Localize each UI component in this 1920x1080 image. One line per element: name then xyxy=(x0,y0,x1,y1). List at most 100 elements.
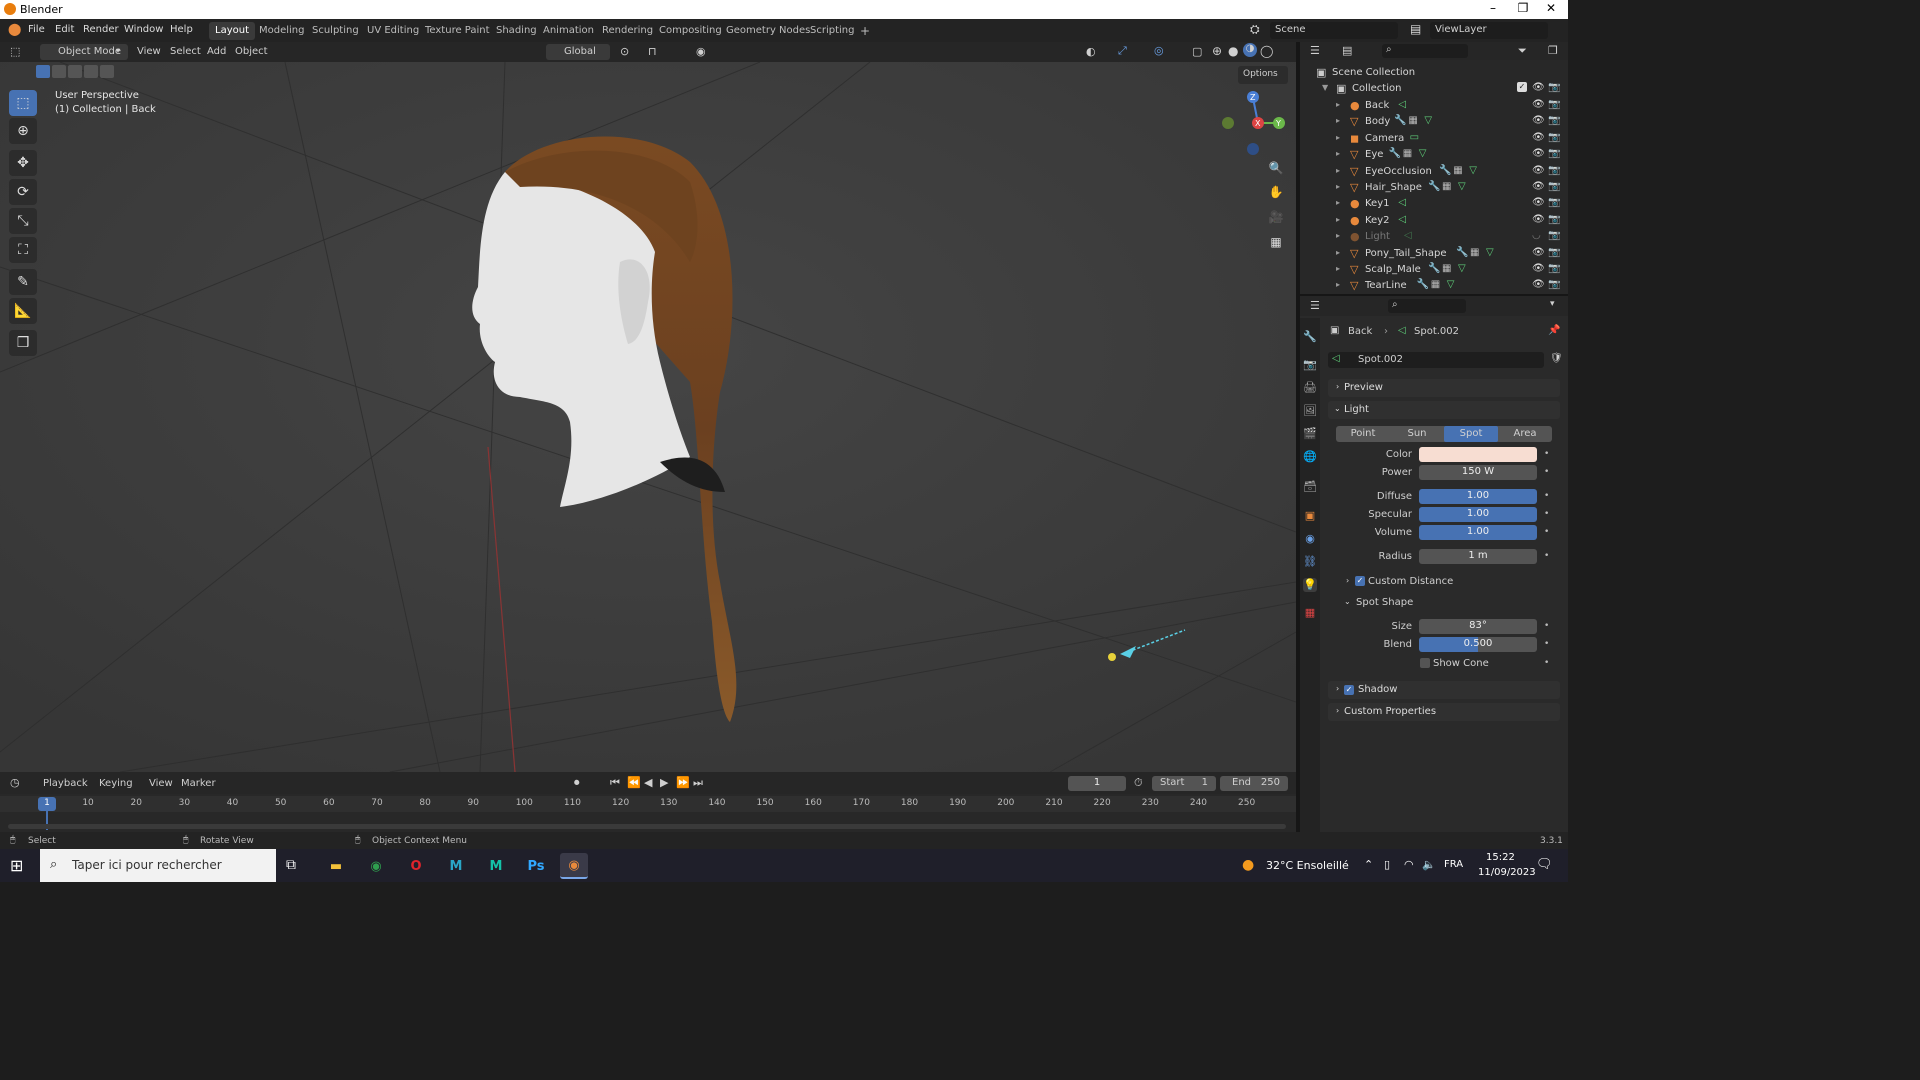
zoom-icon[interactable]: 🔍 xyxy=(1266,158,1286,178)
render-icon[interactable]: 📷 xyxy=(1548,279,1560,290)
mesh-data-icon[interactable]: ▽ xyxy=(1424,115,1432,126)
outliner-item[interactable]: ▸ ● Back ◁ 👁 📷 xyxy=(1300,98,1568,114)
outliner-item[interactable]: ▸ ▽ Eye 🔧 ▦ ▽ 👁 📷 xyxy=(1300,147,1568,163)
end-frame-field[interactable]: End 250 xyxy=(1220,776,1288,791)
shadow-checkbox[interactable]: ✓ xyxy=(1344,685,1354,695)
custom-distance-checkbox[interactable]: ✓ xyxy=(1355,576,1365,586)
render-tab-icon[interactable]: 📷 xyxy=(1303,358,1317,372)
outliner-item[interactable]: ▸ ▽ Body 🔧 ▦ ▽ 👁 📷 xyxy=(1300,114,1568,130)
tab-scripting[interactable]: Scripting xyxy=(804,22,860,40)
modifier-icon[interactable]: 🔧 xyxy=(1428,263,1440,274)
menu-marker[interactable]: Marker xyxy=(181,778,216,789)
tab-sculpting[interactable]: Sculpting xyxy=(306,22,365,40)
expand-arrow-icon[interactable]: ▸ xyxy=(1336,215,1340,224)
transform-orientation[interactable]: Global xyxy=(546,44,610,60)
specular-slider[interactable]: 1.00 xyxy=(1419,507,1537,522)
eye-icon[interactable]: 👁 xyxy=(1532,148,1545,159)
overlay-toggle-icon[interactable]: ◎ xyxy=(1154,44,1164,57)
select-invert-icon[interactable] xyxy=(84,65,98,78)
expand-arrow-icon[interactable]: ▼ xyxy=(1322,83,1328,92)
tab-compositing[interactable]: Compositing xyxy=(653,22,728,40)
light-type-area[interactable]: Area xyxy=(1498,426,1552,442)
eye-icon[interactable]: 👁 xyxy=(1532,165,1545,176)
mesh-data-icon[interactable]: ▽ xyxy=(1486,247,1494,258)
eye-icon[interactable]: 👁 xyxy=(1532,197,1545,208)
constraints-tab-icon[interactable]: ⛓ xyxy=(1303,555,1317,569)
outliner-item[interactable]: ▸ ▽ Scalp_Male 🔧 ▦ ▽ 👁 📷 xyxy=(1300,262,1568,278)
outliner-item[interactable]: ▸ ▽ TearLine 🔧 ▦ ▽ 👁 📷 xyxy=(1300,278,1568,294)
outliner-collection[interactable]: ▼ ▣ Collection ✓ 👁 📷 xyxy=(1300,81,1568,97)
collapsed-arrow-icon[interactable]: › xyxy=(1346,576,1349,585)
render-icon[interactable]: 📷 xyxy=(1548,132,1560,143)
filter-icon[interactable]: ⏷ xyxy=(1518,44,1527,58)
keyframe-dot[interactable]: • xyxy=(1544,551,1549,561)
eye-icon[interactable]: 👁 xyxy=(1532,82,1545,93)
light-origin[interactable] xyxy=(1108,653,1116,661)
menu-window[interactable]: Window xyxy=(124,24,163,35)
next-keyframe-icon[interactable]: ⏩ xyxy=(676,776,690,789)
mesh-data-icon[interactable]: ▽ xyxy=(1458,181,1466,192)
tab-shading[interactable]: Shading xyxy=(490,22,543,40)
navigation-gizmo[interactable]: Z Y X xyxy=(1218,88,1286,160)
annotate-tool[interactable]: ✎ xyxy=(9,269,37,295)
tray-chevron-icon[interactable]: ⌃ xyxy=(1364,858,1373,871)
keyframe-dot[interactable]: • xyxy=(1544,621,1549,631)
photoshop-icon[interactable]: Ps xyxy=(522,853,550,879)
opera-icon[interactable]: O xyxy=(402,853,430,879)
snap-icon[interactable]: ⊓ xyxy=(648,45,657,58)
scale-tool[interactable]: ⤡ xyxy=(9,208,37,234)
clock-date[interactable]: 11/09/2023 xyxy=(1478,867,1536,878)
menu-help[interactable]: Help xyxy=(170,24,193,35)
preview-panel[interactable]: › Preview xyxy=(1328,379,1560,397)
xray-icon[interactable]: ▢ xyxy=(1192,45,1202,58)
record-icon[interactable]: ⏺ xyxy=(574,776,580,790)
properties-search-input[interactable]: ⌕ xyxy=(1388,299,1466,313)
windows-start-icon[interactable]: ⊞ xyxy=(10,856,23,875)
menu-playback[interactable]: Playback xyxy=(43,778,88,789)
expand-arrow-icon[interactable]: ▸ xyxy=(1336,133,1340,142)
play-icon[interactable]: ▶ xyxy=(660,776,668,789)
scene-icon[interactable]: ⛭ xyxy=(1250,22,1260,37)
editor-type-icon[interactable]: ⬚ xyxy=(10,45,20,58)
jump-start-icon[interactable]: ⏮ xyxy=(610,776,620,790)
frame-ruler[interactable]: 1 10 20 30 40 50 60 70 80 90 100 110 120 130 140 150 160… xyxy=(0,796,1296,812)
jump-end-icon[interactable]: ⏭ xyxy=(693,776,703,790)
light-type-spot[interactable]: Spot xyxy=(1444,426,1498,442)
blender-menu-icon[interactable]: ⬤ xyxy=(8,22,21,36)
modifier-icon[interactable]: 🔧 xyxy=(1394,115,1406,126)
view-layer-selector[interactable]: ViewLayer xyxy=(1430,22,1548,39)
collection-tab-icon[interactable]: 🗃 xyxy=(1303,480,1317,494)
outliner-editor-icon[interactable]: ☰ xyxy=(1310,44,1320,57)
close-icon[interactable]: ✕ xyxy=(1536,1,1566,17)
light-type-sun[interactable]: Sun xyxy=(1390,426,1444,442)
menu-keying[interactable]: Keying xyxy=(99,778,133,789)
outliner-item[interactable]: ▸ ● Key2 ◁ 👁 📷 xyxy=(1300,213,1568,229)
eye-icon[interactable]: 👁 xyxy=(1532,247,1545,258)
menu-timeline-view[interactable]: View xyxy=(149,778,173,789)
rotate-tool[interactable]: ⟳ xyxy=(9,179,37,205)
modifier-icon[interactable]: 🔧 xyxy=(1456,247,1468,258)
menu-edit[interactable]: Edit xyxy=(55,24,74,35)
options-button[interactable]: Options xyxy=(1238,66,1288,84)
vertex-groups-icon[interactable]: ▦ xyxy=(1442,181,1451,192)
outliner-scene-collection[interactable]: ▣ Scene Collection xyxy=(1300,65,1568,81)
light-data-icon[interactable]: ◁ xyxy=(1398,197,1406,208)
power-field[interactable]: 150 W xyxy=(1419,465,1537,480)
physics-tab-icon[interactable]: ◉ xyxy=(1303,532,1317,546)
view-layer-icon[interactable]: ▤ xyxy=(1410,22,1421,36)
datablock-selector[interactable]: ◁ Spot.002 xyxy=(1328,352,1544,368)
expand-arrow-icon[interactable]: ▸ xyxy=(1336,166,1340,175)
area-divider[interactable] xyxy=(1296,42,1300,832)
modifier-icon[interactable]: 🔧 xyxy=(1439,165,1451,176)
expand-arrow-icon[interactable]: ▸ xyxy=(1336,116,1340,125)
expand-arrow-icon[interactable]: ▸ xyxy=(1336,280,1340,289)
eye-icon[interactable]: 👁 xyxy=(1532,132,1545,143)
expand-arrow-icon[interactable]: ▸ xyxy=(1336,264,1340,273)
eye-icon[interactable]: 👁 xyxy=(1532,99,1545,110)
properties-editor-icon[interactable]: ☰ xyxy=(1310,299,1320,312)
clock-icon[interactable]: ⏱ xyxy=(1134,776,1143,790)
solid-shading-icon[interactable]: ● xyxy=(1228,44,1238,58)
ortho-grid-icon[interactable]: ▦ xyxy=(1266,232,1286,252)
texture-tab-icon[interactable]: ▦ xyxy=(1303,606,1317,620)
pan-hand-icon[interactable]: ✋ xyxy=(1266,182,1286,202)
